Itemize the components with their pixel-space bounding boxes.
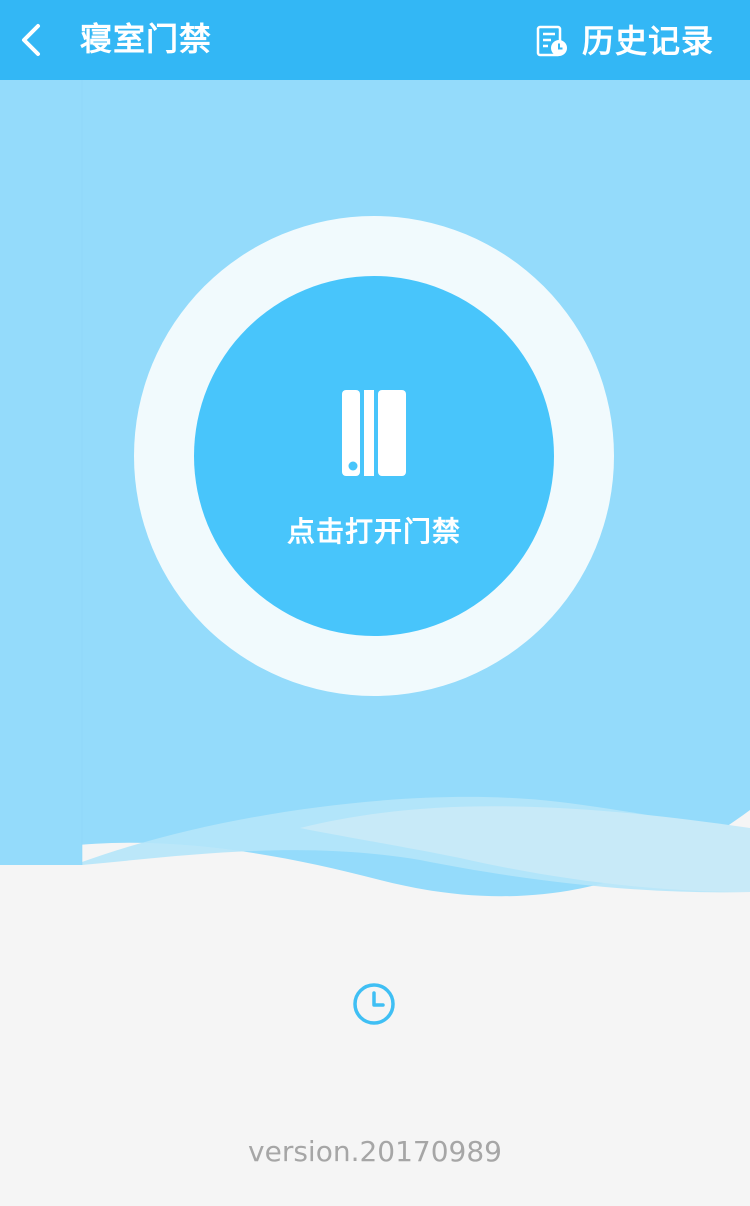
door-icon [342, 390, 406, 476]
clock-icon [353, 983, 395, 1025]
history-record-icon [536, 25, 567, 57]
chevron-left-icon [22, 24, 40, 56]
history-button[interactable]: 历史记录 [534, 18, 714, 64]
page-title: 寝室门禁 [80, 20, 213, 58]
history-label: 历史记录 [581, 22, 714, 60]
top-bar: 寝室门禁 历史记录 [0, 0, 750, 80]
hero-area: 点击打开门禁 [0, 80, 750, 900]
version-text: version.20170989 [248, 1135, 502, 1168]
open-door-button[interactable]: 点击打开门禁 [194, 276, 554, 636]
open-door-label: 点击打开门禁 [286, 515, 461, 548]
back-button[interactable] [10, 14, 60, 66]
